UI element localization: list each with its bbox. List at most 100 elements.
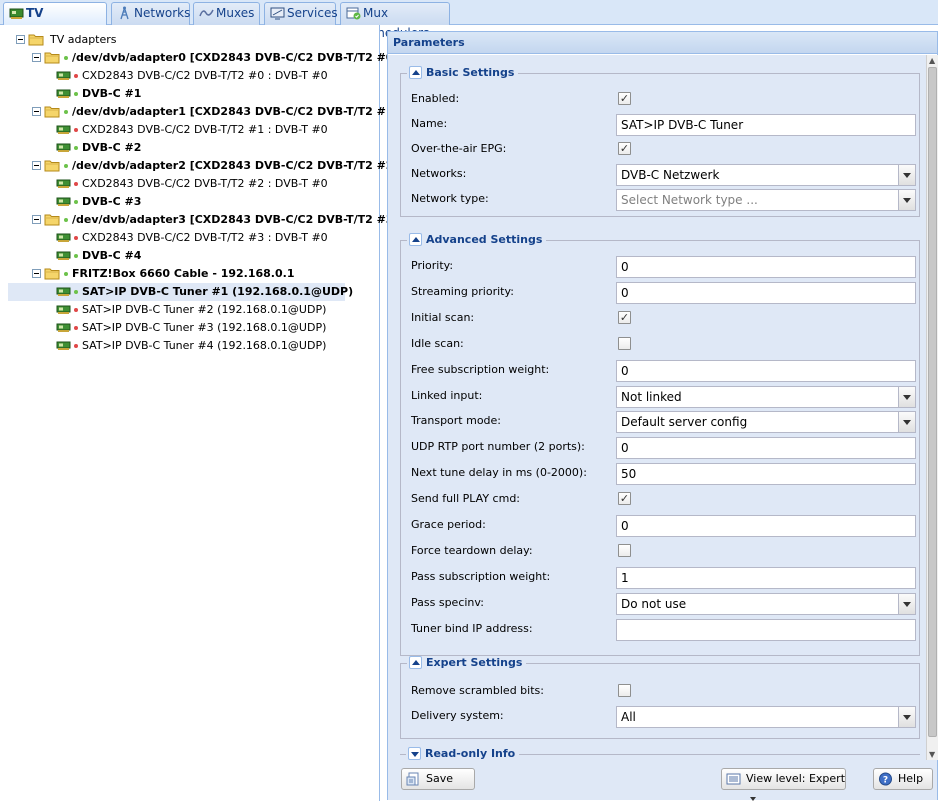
udp-rtp-port-number-2-ports-label: UDP RTP port number (2 ports): <box>411 440 585 454</box>
help-button[interactable]: ? Help <box>873 768 933 790</box>
folder-icon <box>28 33 44 46</box>
chevron-down-icon[interactable] <box>898 190 915 210</box>
tree-tuner-node[interactable]: SAT>IP DVB-C Tuner #1 (192.168.0.1@UDP) <box>8 283 353 301</box>
scroll-up-arrow-icon[interactable]: ▲ <box>929 56 935 65</box>
collapse-node-icon[interactable] <box>32 161 41 170</box>
tab-mux-schedulers[interactable]: Mux Schedulers <box>340 2 450 40</box>
tree-tuner-node[interactable]: SAT>IP DVB-C Tuner #3 (192.168.0.1@UDP) <box>8 319 345 337</box>
next-tune-delay-in-ms-0-2000-input[interactable]: 50 <box>616 463 916 486</box>
tree-tuner-node[interactable]: DVB-C #1 <box>8 85 345 103</box>
tree-tuner-node[interactable]: SAT>IP DVB-C Tuner #4 (192.168.0.1@UDP) <box>8 337 345 355</box>
chevron-down-icon[interactable] <box>898 707 915 727</box>
initial-scan-checkbox[interactable]: ✓ <box>618 310 631 324</box>
tree-node-label: DVB-C #2 <box>82 141 142 154</box>
view-level-dropdown[interactable]: View level: Expert <box>721 768 846 801</box>
remove-scrambled-bits-checkbox[interactable] <box>618 684 631 697</box>
tree-tuner-node[interactable]: CXD2843 DVB-C/C2 DVB-T/T2 #3 : DVB-T #0 <box>8 229 345 247</box>
tuner-card-icon <box>56 341 71 351</box>
collapse-node-icon[interactable] <box>32 53 41 62</box>
name-input[interactable]: SAT>IP DVB-C Tuner <box>616 114 916 136</box>
tab-muxes[interactable]: Muxes <box>193 2 260 25</box>
collapse-node-icon[interactable] <box>32 107 41 116</box>
tree-folder-node[interactable]: TV adapters <box>8 31 345 49</box>
parameters-scrollbar[interactable]: ▲ ▼ <box>926 55 938 760</box>
collapse-advanced-settings-button[interactable] <box>409 233 422 246</box>
tree-folder-node[interactable]: /dev/dvb/adapter3 [CXD2843 DVB-C/C2 DVB-… <box>8 211 398 229</box>
tree-folder-node[interactable]: FRITZ!Box 6660 Cable - 192.168.0.1 <box>8 265 345 283</box>
priority-input[interactable]: 0 <box>616 256 916 278</box>
over-the-air-epg-checkbox[interactable]: ✓ <box>618 142 631 155</box>
tuner-card-icon <box>56 233 71 243</box>
tree-node-label: /dev/dvb/adapter0 [CXD2843 DVB-C/C2 DVB-… <box>72 51 399 64</box>
tv-icon <box>270 7 285 20</box>
network-type-value: Select Network type ... <box>621 193 758 207</box>
tab-services[interactable]: Services <box>264 2 338 25</box>
collapse-basic-settings-button[interactable] <box>409 66 422 79</box>
network-type-select[interactable]: Select Network type ... <box>616 189 916 211</box>
tree-node-label: TV adapters <box>50 33 117 46</box>
tree-folder-node[interactable]: /dev/dvb/adapter2 [CXD2843 DVB-C/C2 DVB-… <box>8 157 398 175</box>
collapse-node-icon[interactable] <box>32 215 41 224</box>
linked-input-select[interactable]: Not linked <box>616 385 916 408</box>
help-icon: ? <box>879 772 892 786</box>
pass-specinv-select[interactable]: Do not use <box>616 592 916 615</box>
scroll-down-arrow-icon[interactable]: ▼ <box>929 750 935 759</box>
grace-period-value: 0 <box>621 519 629 533</box>
expand-readonly-info-button[interactable] <box>408 747 421 760</box>
free-subscription-weight-input[interactable]: 0 <box>616 359 916 382</box>
field-row-idle-scan: Idle scan: <box>411 333 914 355</box>
field-row-remove-scrambled-bits: Remove scrambled bits: <box>411 680 914 702</box>
chevron-down-icon[interactable] <box>898 386 915 407</box>
tuner-card-icon <box>56 179 71 189</box>
tree-node-label: CXD2843 DVB-C/C2 DVB-T/T2 #1 : DVB-T #0 <box>82 123 328 136</box>
tree-tuner-node[interactable]: CXD2843 DVB-C/C2 DVB-T/T2 #0 : DVB-T #0 <box>8 67 345 85</box>
pass-subscription-weight-input[interactable]: 1 <box>616 566 916 589</box>
collapse-node-icon[interactable] <box>32 269 41 278</box>
tree-tuner-node[interactable]: DVB-C #3 <box>8 193 345 211</box>
tuner-bind-ip-address-input[interactable] <box>616 618 916 641</box>
scheduler-icon <box>346 7 361 20</box>
streaming-priority-input[interactable]: 0 <box>616 281 916 304</box>
readonly-info-legend: Read-only Info <box>425 747 516 760</box>
tab-networks[interactable]: Networks <box>111 2 190 25</box>
chevron-down-icon[interactable] <box>898 165 915 185</box>
delivery-system-select[interactable]: All <box>616 706 916 728</box>
transport-mode-select[interactable]: Default server config <box>616 411 916 434</box>
tuner-card-icon <box>56 89 71 99</box>
status-active-icon <box>64 272 68 276</box>
networks-select[interactable]: DVB-C Netzwerk <box>616 164 916 186</box>
collapse-expert-settings-button[interactable] <box>409 656 422 669</box>
tree-folder-node[interactable]: /dev/dvb/adapter0 [CXD2843 DVB-C/C2 DVB-… <box>8 49 398 67</box>
list-view-icon <box>726 773 741 785</box>
scrollbar-thumb[interactable] <box>928 67 937 737</box>
enabled-checkbox[interactable]: ✓ <box>618 92 631 105</box>
tree-tuner-node[interactable]: CXD2843 DVB-C/C2 DVB-T/T2 #1 : DVB-T #0 <box>8 121 345 139</box>
tab-tv-adapters[interactable]: TV adapters <box>3 2 107 40</box>
field-row-tuner-bind-ip-address: Tuner bind IP address: <box>411 618 916 641</box>
networks-value: DVB-C Netzwerk <box>621 168 720 182</box>
tv-card-icon <box>9 8 24 19</box>
tree-tuner-node[interactable]: SAT>IP DVB-C Tuner #2 (192.168.0.1@UDP) <box>8 301 345 319</box>
force-teardown-delay-checkbox[interactable] <box>618 543 631 557</box>
tree-tuner-node[interactable]: DVB-C #4 <box>8 247 345 265</box>
idle-scan-checkbox[interactable] <box>618 336 631 350</box>
collapse-node-icon[interactable] <box>16 35 25 44</box>
parameters-toolbar: Save View level: Expert ? Help <box>388 760 937 801</box>
basic-settings-fieldset: Basic Settings Enabled: ✓ Name: SAT>IP DVB-… <box>400 66 920 217</box>
chevron-down-icon[interactable] <box>898 412 915 433</box>
tree-tuner-node[interactable]: CXD2843 DVB-C/C2 DVB-T/T2 #2 : DVB-T #0 <box>8 175 345 193</box>
udp-rtp-port-number-2-ports-input[interactable]: 0 <box>616 437 916 460</box>
field-row-transport-mode: Transport mode: Default server config <box>411 410 916 434</box>
send-full-play-cmd-checkbox[interactable]: ✓ <box>618 492 631 506</box>
tree-node-label: /dev/dvb/adapter2 [CXD2843 DVB-C/C2 DVB-… <box>72 159 399 172</box>
save-button[interactable]: Save <box>401 768 475 790</box>
tree-folder-node[interactable]: /dev/dvb/adapter1 [CXD2843 DVB-C/C2 DVB-… <box>8 103 398 121</box>
chevron-down-icon[interactable] <box>898 593 915 614</box>
tree-tuner-node[interactable]: DVB-C #2 <box>8 139 345 157</box>
tuner-card-icon <box>56 323 71 333</box>
field-row-next-tune-delay-in-ms-0-2000: Next tune delay in ms (0-2000): 50 <box>411 462 916 486</box>
force-teardown-delay-label: Force teardown delay: <box>411 543 533 557</box>
grace-period-input[interactable]: 0 <box>616 515 916 537</box>
name-value: SAT>IP DVB-C Tuner <box>621 118 744 132</box>
tree-node-label: DVB-C #3 <box>82 195 142 208</box>
